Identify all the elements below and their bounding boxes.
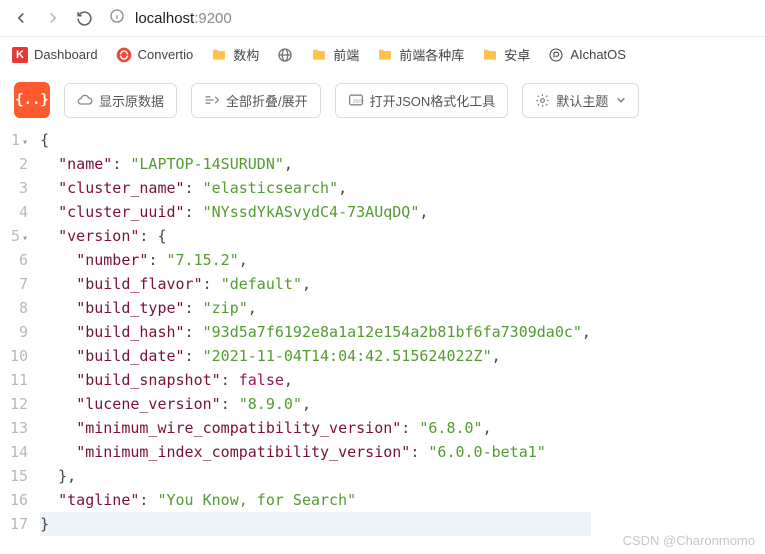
- theme-button[interactable]: 默认主题: [522, 83, 639, 118]
- bookmark-globe[interactable]: [277, 47, 293, 63]
- raw-button[interactable]: 显示原数据: [64, 83, 177, 118]
- chevron-down-icon: [616, 95, 626, 105]
- watermark: CSDN @Charonmomo: [623, 533, 755, 548]
- json-icon: JSON: [348, 93, 364, 107]
- folder-icon: [311, 47, 327, 63]
- browser-nav: localhost:9200: [0, 0, 765, 37]
- back-icon[interactable]: [12, 9, 30, 27]
- svg-text:JSON: JSON: [352, 98, 363, 104]
- k-icon: K: [12, 47, 28, 63]
- bookmark-folder-4[interactable]: 安卓: [482, 45, 530, 64]
- bookmark-folder-3[interactable]: 前端各种库: [377, 45, 464, 64]
- convertio-icon: [116, 47, 132, 63]
- folder-icon: [482, 47, 498, 63]
- url-bar[interactable]: localhost:9200: [109, 8, 232, 28]
- cloud-icon: [77, 93, 93, 107]
- bookmarks-bar: KDashboard Convertio 数构 前端 前端各种库 安卓 AIch…: [0, 37, 765, 72]
- info-icon: [109, 8, 125, 28]
- bookmark-folder-2[interactable]: 前端: [311, 45, 359, 64]
- bookmark-dashboard[interactable]: KDashboard: [12, 47, 98, 63]
- bookmark-convertio[interactable]: Convertio: [116, 47, 194, 63]
- bookmark-folder-1[interactable]: 数构: [211, 45, 259, 64]
- open-tool-button[interactable]: JSON打开JSON格式化工具: [335, 83, 509, 118]
- reload-icon[interactable]: [76, 10, 93, 27]
- url-host: localhost: [135, 10, 194, 27]
- collapse-icon: [204, 93, 220, 107]
- url-port: :9200: [194, 10, 232, 27]
- json-viewer: 1▾2345▾67891011121314151617 { "name": "L…: [0, 128, 765, 536]
- forward-icon[interactable]: [44, 9, 62, 27]
- folder-icon: [211, 47, 227, 63]
- gutter: 1▾2345▾67891011121314151617: [0, 128, 34, 536]
- collapse-button[interactable]: 全部折叠/展开: [191, 83, 321, 118]
- ai-icon: [548, 47, 564, 63]
- code-area[interactable]: { "name": "LAPTOP-14SURUDN", "cluster_na…: [34, 128, 591, 536]
- gear-icon: [535, 93, 550, 108]
- extension-toolbar: {..} 显示原数据 全部折叠/展开 JSON打开JSON格式化工具 默认主题: [0, 72, 765, 128]
- globe-icon: [277, 47, 293, 63]
- extension-logo[interactable]: {..}: [14, 82, 50, 118]
- folder-icon: [377, 47, 393, 63]
- bookmark-aichat[interactable]: AIchatOS: [548, 47, 626, 63]
